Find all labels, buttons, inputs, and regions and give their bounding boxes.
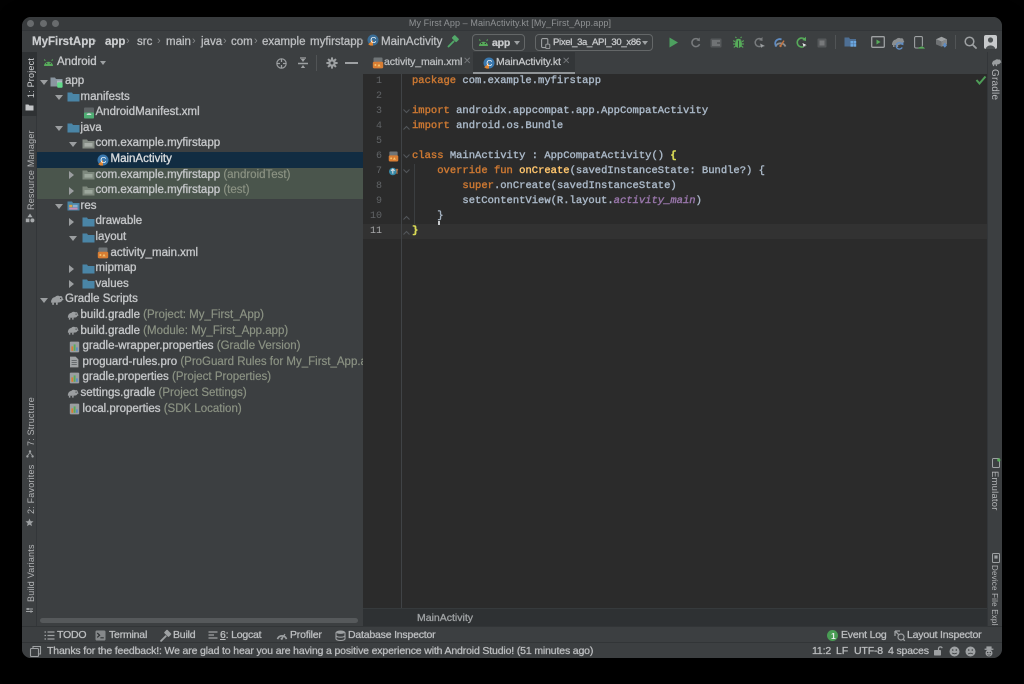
svg-text:C: C: [370, 35, 376, 45]
svg-text:C: C: [486, 58, 492, 68]
svg-text:C: C: [100, 155, 106, 165]
